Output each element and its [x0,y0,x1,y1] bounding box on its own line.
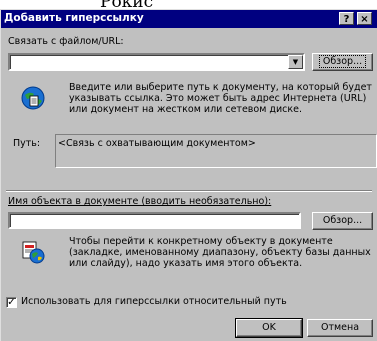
ok-button[interactable]: OK [235,318,303,338]
combo-dropdown-arrow[interactable]: ▼ [288,55,303,69]
object-name-input[interactable] [8,212,301,229]
link-hint-text: Введите или выберите путь к документу, н… [69,82,372,115]
globe-document-icon [21,86,45,110]
path-value: <Связь с охватывающим документом> [58,138,256,149]
help-button[interactable]: ? [339,12,354,25]
title-bar[interactable]: Добавить гиперссылку ? × [1,10,377,28]
path-display: <Связь с охватывающим документом> [55,134,377,168]
browse-object-button[interactable]: Обзор... [312,212,373,230]
object-name-label: Имя объекта в документе (вводить необяза… [8,196,271,207]
object-name-label-text: Имя объекта в документе (вводить необяза… [8,196,272,207]
relative-path-checkbox[interactable]: ✓ [6,297,17,308]
object-hint-text: Чтобы перейти к конкретному объекту в до… [69,236,371,269]
add-hyperlink-dialog: Добавить гиперссылку ? × Связать с файло… [0,9,377,341]
dialog-title: Добавить гиперссылку [4,12,144,24]
relative-path-label[interactable]: Использовать для гиперссылки относительн… [21,296,287,307]
document-target-icon [21,240,45,264]
section-divider [6,190,372,192]
browse-file-button[interactable]: Обзор... [312,53,373,71]
browse-file-button-label: Обзор... [318,55,367,68]
link-file-url-combobox[interactable]: ▼ [8,53,305,71]
close-button[interactable]: × [357,12,372,25]
cancel-button[interactable]: Отмена [307,319,373,337]
path-label: Путь: [13,138,41,149]
link-file-url-label: Связать с файлом/URL: [8,36,124,47]
